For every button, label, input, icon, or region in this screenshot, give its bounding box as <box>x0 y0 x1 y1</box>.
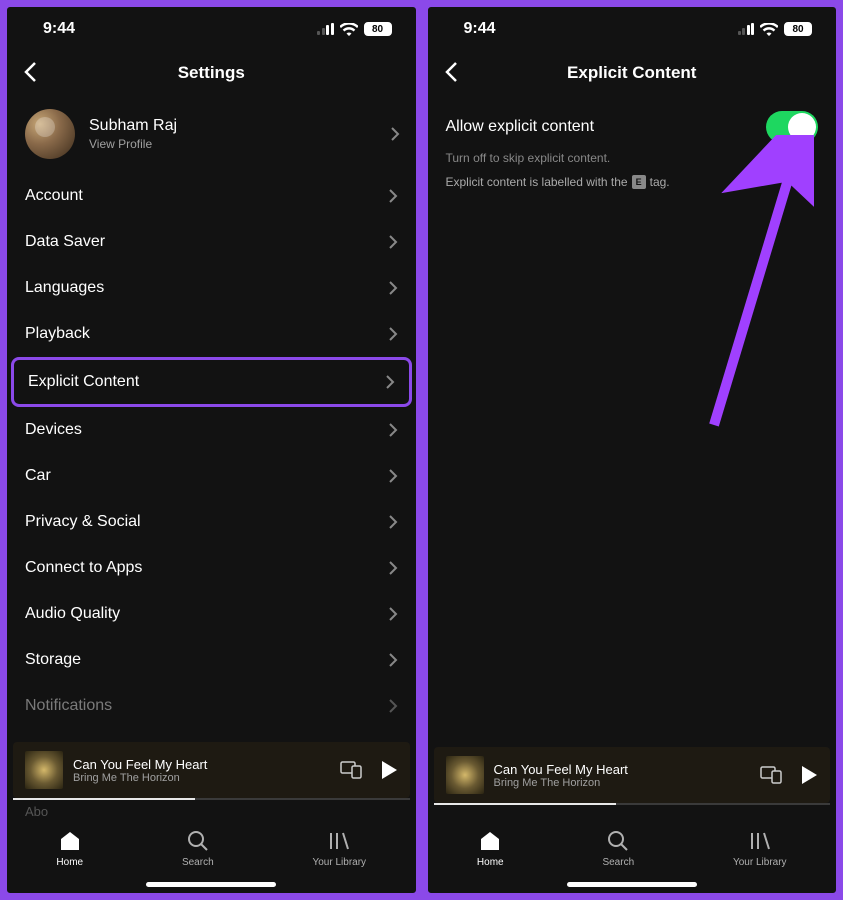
status-icons: 80 <box>317 22 392 36</box>
tab-library[interactable]: Your Library <box>312 829 366 868</box>
settings-item-label: Notifications <box>25 697 112 715</box>
album-art <box>25 751 63 789</box>
playback-progress <box>13 798 410 800</box>
chevron-right-icon <box>388 468 398 484</box>
settings-item-languages[interactable]: Languages <box>7 265 416 311</box>
settings-item-playback[interactable]: Playback <box>7 311 416 357</box>
chevron-right-icon <box>388 188 398 204</box>
library-icon <box>327 829 351 853</box>
tab-library[interactable]: Your Library <box>733 829 787 868</box>
play-icon[interactable] <box>800 765 818 785</box>
track-title: Can You Feel My Heart <box>73 757 207 772</box>
chevron-right-icon <box>388 514 398 530</box>
search-icon <box>186 829 210 853</box>
settings-item-account[interactable]: Account <box>7 173 416 219</box>
chevron-right-icon <box>390 126 400 142</box>
status-time: 9:44 <box>464 20 496 38</box>
settings-item-label: Privacy & Social <box>25 513 141 531</box>
settings-item-label: Explicit Content <box>28 373 139 391</box>
home-indicator <box>567 882 697 887</box>
chevron-right-icon <box>388 652 398 668</box>
truncated-item: Abo <box>7 800 416 823</box>
chevron-right-icon <box>388 560 398 576</box>
settings-item-devices[interactable]: Devices <box>7 407 416 453</box>
home-icon <box>478 829 502 853</box>
tab-home[interactable]: Home <box>56 829 83 868</box>
tab-search[interactable]: Search <box>182 829 214 868</box>
explicit-content-body: Allow explicit content Turn off to skip … <box>428 95 837 747</box>
settings-item-data-saver[interactable]: Data Saver <box>7 219 416 265</box>
track-artist: Bring Me The Horizon <box>73 772 207 784</box>
battery-icon: 80 <box>364 22 392 36</box>
wifi-icon <box>760 23 778 36</box>
allow-explicit-row: Allow explicit content <box>428 95 837 149</box>
wifi-icon <box>340 23 358 36</box>
allow-explicit-toggle[interactable] <box>766 111 818 143</box>
status-bar: 9:44 80 <box>428 7 837 51</box>
settings-item-label: Devices <box>25 421 82 439</box>
settings-item-audio-quality[interactable]: Audio Quality <box>7 591 416 637</box>
settings-screen: 9:44 80 Settings Subham Raj View Profile… <box>4 4 419 896</box>
profile-row[interactable]: Subham Raj View Profile <box>7 95 416 173</box>
album-art <box>446 756 484 794</box>
track-title: Can You Feel My Heart <box>494 762 628 777</box>
play-icon[interactable] <box>380 760 398 780</box>
settings-item-label: Audio Quality <box>25 605 120 623</box>
settings-item-privacy-social[interactable]: Privacy & Social <box>7 499 416 545</box>
settings-item-explicit-content[interactable]: Explicit Content <box>11 357 412 407</box>
chevron-right-icon <box>388 234 398 250</box>
cellular-icon <box>317 23 334 35</box>
now-playing-bar[interactable]: Can You Feel My Heart Bring Me The Horiz… <box>13 742 410 798</box>
status-icons: 80 <box>738 22 813 36</box>
helper-text-1: Turn off to skip explicit content. <box>428 149 837 167</box>
chevron-right-icon <box>388 606 398 622</box>
settings-item-connect-to-apps[interactable]: Connect to Apps <box>7 545 416 591</box>
settings-item-label: Car <box>25 467 51 485</box>
settings-item-label: Account <box>25 187 83 205</box>
header: Explicit Content <box>428 51 837 95</box>
page-title: Explicit Content <box>567 63 696 83</box>
explicit-tag-icon: E <box>632 175 646 189</box>
settings-item-label: Storage <box>25 651 81 669</box>
settings-item-notifications[interactable]: Notifications <box>7 683 416 729</box>
now-playing-bar[interactable]: Can You Feel My Heart Bring Me The Horiz… <box>434 747 831 803</box>
header: Settings <box>7 51 416 95</box>
explicit-content-screen: 9:44 80 Explicit Content Allow explicit … <box>425 4 840 896</box>
chevron-right-icon <box>388 326 398 342</box>
settings-item-label: Connect to Apps <box>25 559 142 577</box>
settings-item-car[interactable]: Car <box>7 453 416 499</box>
helper-text-2: Explicit content is labelled with the E … <box>428 167 837 197</box>
settings-item-storage[interactable]: Storage <box>7 637 416 683</box>
status-time: 9:44 <box>43 20 75 38</box>
settings-item-label: Playback <box>25 325 90 343</box>
back-button[interactable] <box>444 61 458 83</box>
settings-content: Subham Raj View Profile Account Data Save… <box>7 95 416 742</box>
profile-name: Subham Raj <box>89 117 177 135</box>
devices-icon[interactable] <box>340 761 362 779</box>
search-icon <box>606 829 630 853</box>
tab-search[interactable]: Search <box>602 829 634 868</box>
toggle-knob <box>788 113 816 141</box>
chevron-right-icon <box>388 698 398 714</box>
profile-subtitle: View Profile <box>89 137 177 151</box>
battery-icon: 80 <box>784 22 812 36</box>
chevron-right-icon <box>388 422 398 438</box>
playback-progress <box>434 803 831 805</box>
status-bar: 9:44 80 <box>7 7 416 51</box>
home-indicator <box>146 882 276 887</box>
cellular-icon <box>738 23 755 35</box>
page-title: Settings <box>178 63 245 83</box>
chevron-right-icon <box>388 280 398 296</box>
devices-icon[interactable] <box>760 766 782 784</box>
allow-explicit-label: Allow explicit content <box>446 118 595 136</box>
track-artist: Bring Me The Horizon <box>494 777 628 789</box>
chevron-right-icon <box>385 374 395 390</box>
library-icon <box>748 829 772 853</box>
back-button[interactable] <box>23 61 37 83</box>
avatar <box>25 109 75 159</box>
tab-home[interactable]: Home <box>477 829 504 868</box>
settings-item-label: Languages <box>25 279 104 297</box>
settings-item-label: Data Saver <box>25 233 105 251</box>
home-icon <box>58 829 82 853</box>
